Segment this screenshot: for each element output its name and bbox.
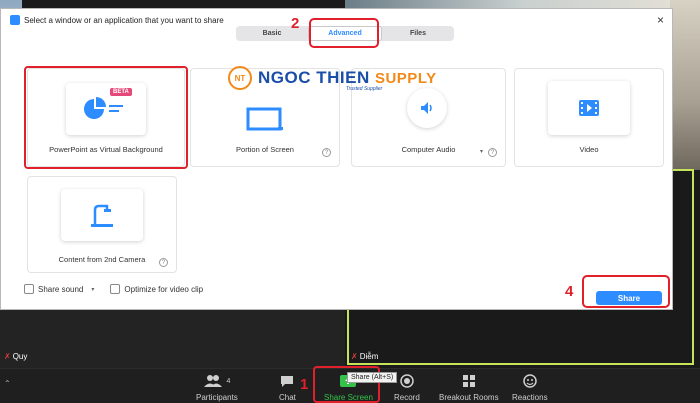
option-label: Portion of Screen	[236, 145, 294, 154]
option-label: Video	[579, 145, 599, 154]
video-thumbnail	[548, 81, 630, 135]
reactions-button[interactable]: Reactions	[512, 372, 548, 402]
option-video[interactable]: Video	[514, 68, 664, 167]
optimize-video-checkbox[interactable]	[110, 284, 121, 294]
dialog-title: Select a window or an application that y…	[10, 15, 224, 25]
participant-name-tag-left: ✗ Quy	[4, 352, 27, 361]
tab-files[interactable]: Files	[382, 26, 454, 41]
help-icon[interactable]: ?	[488, 148, 497, 157]
share-button-annotation	[582, 275, 670, 308]
participants-icon: 4	[203, 372, 230, 390]
help-icon[interactable]: ?	[159, 258, 168, 267]
video-file-icon	[579, 100, 599, 116]
share-sound-label: Share sound	[38, 284, 84, 294]
help-icon[interactable]: ?	[322, 148, 331, 157]
speaker-icon	[421, 102, 432, 114]
breakout-rooms-icon	[462, 372, 476, 390]
step-4-label: 4	[565, 283, 574, 300]
participants-count: 4	[226, 377, 231, 385]
mic-muted-icon: ✗	[4, 352, 11, 361]
step-1-label: 1	[300, 376, 309, 393]
share-options: Share sound ▾ Optimize for video clip	[24, 284, 203, 294]
powerpoint-option-annotation	[24, 66, 188, 169]
chevron-down-icon[interactable]: ▾	[480, 148, 483, 155]
portion-thumbnail	[225, 93, 305, 145]
brand-tagline: Trusted Supplier	[346, 86, 383, 92]
chevron-down-icon[interactable]: ▾	[91, 286, 94, 293]
participant-name: Diễm	[359, 352, 379, 361]
brand-logo-icon: NT	[228, 66, 252, 90]
share-tooltip: Share (Alt+S)	[347, 372, 398, 383]
option-label: Content from 2nd Camera	[58, 255, 146, 264]
brand-name: NGOC THIEN	[258, 68, 370, 87]
option-second-camera[interactable]: Content from 2nd Camera ?	[27, 176, 177, 273]
chat-icon	[280, 372, 294, 390]
camera-thumbnail	[61, 189, 143, 241]
zoom-logo-icon	[10, 15, 20, 25]
optimize-video-label: Optimize for video clip	[124, 284, 204, 294]
screen-portion-icon	[246, 107, 283, 131]
chat-button[interactable]: Chat	[279, 372, 296, 402]
record-icon	[400, 372, 414, 390]
brand-supply: SUPPLY	[374, 70, 437, 87]
mic-muted-icon: ✗	[351, 352, 358, 361]
video-tile-edge	[670, 0, 700, 170]
reactions-icon	[523, 372, 537, 390]
document-camera-icon	[91, 204, 113, 227]
breakout-rooms-button[interactable]: Breakout Rooms	[439, 372, 499, 402]
brand-watermark: NT NGOC THIEN SUPPLY	[228, 66, 437, 90]
close-icon[interactable]: ×	[657, 13, 664, 27]
record-button[interactable]: Record	[394, 372, 420, 402]
advanced-tab-annotation	[309, 18, 379, 48]
share-sound-checkbox[interactable]	[24, 284, 34, 294]
chevron-up-icon[interactable]: ⌃	[4, 379, 11, 388]
participant-name: Quy	[12, 352, 28, 361]
participants-button[interactable]: 4 Participants	[196, 372, 238, 402]
audio-thumbnail	[407, 88, 447, 128]
step-2-label: 2	[291, 15, 300, 32]
participant-name-tag-right: ✗ Diễm	[351, 352, 378, 361]
